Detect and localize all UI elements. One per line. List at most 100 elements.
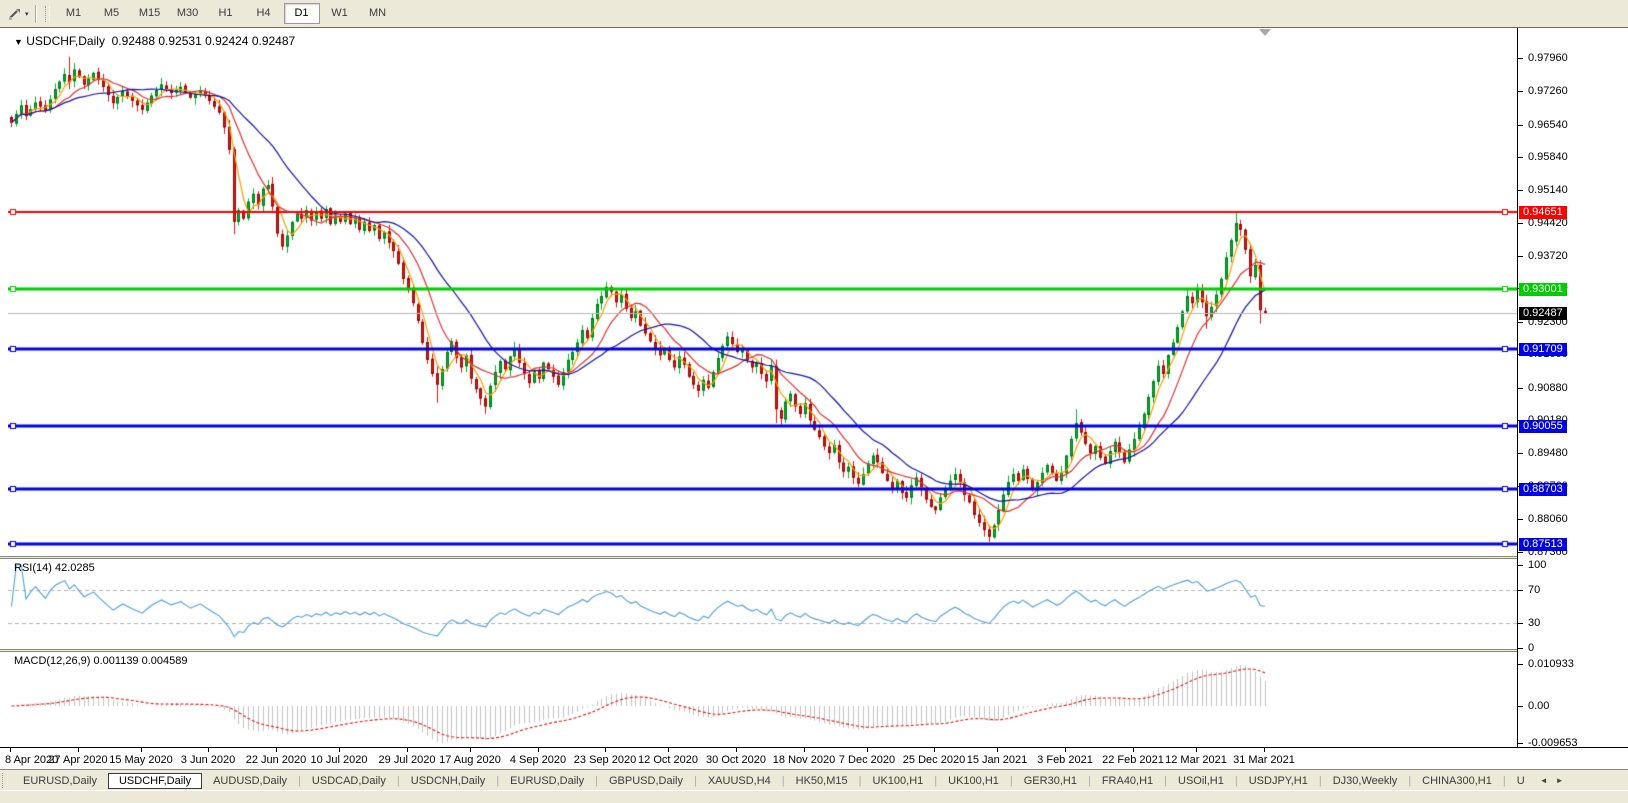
date-axis-tick-mark [867,748,868,752]
date-axis-tick-mark [339,748,340,752]
chart-tab-audusd-daily[interactable]: AUDUSD,Daily [202,773,298,789]
price-level-badge[interactable]: 0.93001 [1519,283,1567,296]
timeframe-button-m5[interactable]: M5 [94,3,130,24]
panel-splitter-rsi-macd[interactable] [0,649,1628,652]
price-axis-tick-label: 0.88060 [1528,513,1568,525]
chart-tab-uk100-h1[interactable]: UK100,H1 [862,773,935,789]
chart-tab-usdchf-daily[interactable]: USDCHF,Daily [107,772,203,789]
timeframe-button-w1[interactable]: W1 [322,3,358,24]
caret-down-icon: ▾ [25,10,29,18]
price-level-badge[interactable]: 0.92487 [1519,307,1567,320]
date-axis-label: 31 Mar 2021 [1233,754,1295,766]
price-axis-tick-mark [1518,453,1523,454]
chart-tab-usdjpy-h1[interactable]: USDJPY,H1 [1238,773,1319,789]
date-axis-label: 3 Jun 2020 [180,754,236,766]
chart-shift-marker-icon[interactable] [1259,29,1271,36]
chart-tab-china300-h1[interactable]: CHINA300,H1 [1411,773,1503,789]
price-axis-tick-mark [1518,256,1523,257]
timeframe-button-h4[interactable]: H4 [246,3,282,24]
macd-title: MACD(12,26,9) 0.001139 0.004589 [14,655,188,667]
timeframe-button-h1[interactable]: H1 [208,3,244,24]
price-axis-tick-label: 0.90880 [1528,382,1568,394]
price-axis-tick-mark [1518,519,1523,520]
date-axis-label: 3 Feb 2021 [1037,754,1093,766]
price-level-badge[interactable]: 0.94651 [1519,206,1567,219]
rsi-axis-tick-mark [1518,590,1523,591]
macd-name-label: MACD(12,26,9) [14,655,91,667]
rsi-axis-tick-label: 70 [1528,584,1541,596]
date-axis-tick-mark [141,748,142,752]
chart-tab-gbpusd-daily[interactable]: GBPUSD,Daily [598,773,694,789]
chart-tab-dj30-weekly[interactable]: DJ30,Weekly [1322,773,1409,789]
chart-tab-eurusd-daily[interactable]: EURUSD,Daily [12,773,108,789]
date-axis-label: 15 May 2020 [109,754,173,766]
chart-tab-usdcnh-daily[interactable]: USDCNH,Daily [400,773,497,789]
rsi-axis-tick-mark [1518,623,1523,624]
chart-tab-hk50-m15[interactable]: HK50,M15 [785,773,859,789]
price-axis-tick-mark [1518,157,1523,158]
timeframe-button-m15[interactable]: M15 [132,3,168,24]
scroll-left-icon[interactable]: ◄ [1536,776,1552,785]
panel-splitter-main-rsi[interactable] [0,556,1628,559]
price-axis-tick-mark [1518,223,1523,224]
date-axis[interactable]: 8 Apr 2020 27 Apr 2020 15 May 2020 3 Jun 20… [0,747,1628,770]
date-axis-label: 4 Sep 2020 [509,754,567,766]
macd-axis-tick-mark [1518,743,1523,744]
macd-axis-tick-mark [1518,664,1523,665]
date-axis-label: 17 Aug 2020 [439,754,501,766]
date-axis-label: 18 Nov 2020 [772,754,836,766]
date-axis-label: 30 Oct 2020 [706,754,766,766]
date-axis-tick-mark [1133,748,1134,752]
date-axis-label: 27 Apr 2020 [48,754,108,766]
timeframe-button-mn[interactable]: MN [360,3,396,24]
symbol-tab-bar: EURUSD,Daily USDCHF,Daily AUDUSD,Daily | USD… [0,769,1628,791]
chart-tab-usoil-h1[interactable]: USOil,H1 [1167,773,1235,789]
timeframe-button-m1[interactable]: M1 [56,3,92,24]
timeframe-buttons: M1 M5 M15 M30 H1 H4 D1 W1 MN [55,3,397,24]
macd-chart-canvas[interactable] [8,652,1517,747]
chart-tool-button[interactable]: ▾ [4,4,32,24]
ohlc-low-value: 0.92424 [205,34,249,48]
price-level-badge[interactable]: 0.91709 [1519,343,1567,356]
price-axis-tick-mark [1518,58,1523,59]
price-axis-tick-label: 0.89480 [1528,447,1568,459]
price-level-badge[interactable]: 0.90055 [1519,420,1567,433]
price-axis-tick-label: 0.97260 [1528,85,1568,97]
macd-axis-tick-mark [1518,706,1523,707]
date-axis-tick-mark [208,748,209,752]
toolbar-grip[interactable] [44,5,50,22]
chart-tab-u[interactable]: U [1506,773,1536,789]
price-axis[interactable]: 0.97960 0.97260 0.96540 0.95840 0.95140 0.944… [1517,28,1628,749]
rsi-axis-tick-mark [1518,648,1523,649]
price-level-badge[interactable]: 0.87513 [1519,538,1567,551]
price-chart-canvas[interactable] [8,28,1517,557]
price-axis-tick-label: 0.93720 [1528,250,1568,262]
rsi-chart-canvas[interactable] [8,559,1517,650]
date-axis-tick-mark [276,748,277,752]
chart-tab-uk100-h1[interactable]: UK100,H1 [937,773,1010,789]
price-axis-tick-mark [1518,552,1523,553]
ohlc-high-value: 0.92531 [158,34,202,48]
tabbar-grip[interactable] [2,773,8,788]
rsi-value-label: 42.0285 [54,562,95,574]
collapse-triangle-icon[interactable]: ▼ [14,37,23,47]
date-axis-label: 15 Jan 2021 [966,754,1028,766]
date-axis-tick-mark [605,748,606,752]
chart-tab-ger30-h1[interactable]: GER30,H1 [1013,773,1088,789]
chart-tab-usdcad-daily[interactable]: USDCAD,Daily [301,773,397,789]
scroll-right-icon[interactable]: ► [1552,776,1568,785]
timeframe-button-d1[interactable]: D1 [283,3,320,24]
chart-tab-fra40-h1[interactable]: FRA40,H1 [1091,773,1164,789]
trading-terminal-window: ▾ M1 M5 M15 M30 H1 H4 D1 W1 MN ▼ USDCHF,Daily 0.… [0,0,1628,803]
chart-tab-eurusd-daily[interactable]: EURUSD,Daily [499,773,595,789]
date-axis-tick-mark [538,748,539,752]
rsi-title: RSI(14) 42.0285 [14,562,95,574]
price-level-badge[interactable]: 0.88703 [1519,483,1567,496]
price-axis-tick-mark [1518,125,1523,126]
timeframe-button-m30[interactable]: M30 [170,3,206,24]
date-axis-label: 25 Dec 2020 [902,754,966,766]
date-axis-tick-mark [934,748,935,752]
date-axis-label: 22 Jun 2020 [245,754,307,766]
chart-tab-xauusd-h4[interactable]: XAUUSD,H4 [697,773,782,789]
macd-signal-value-label: 0.004589 [141,655,188,667]
